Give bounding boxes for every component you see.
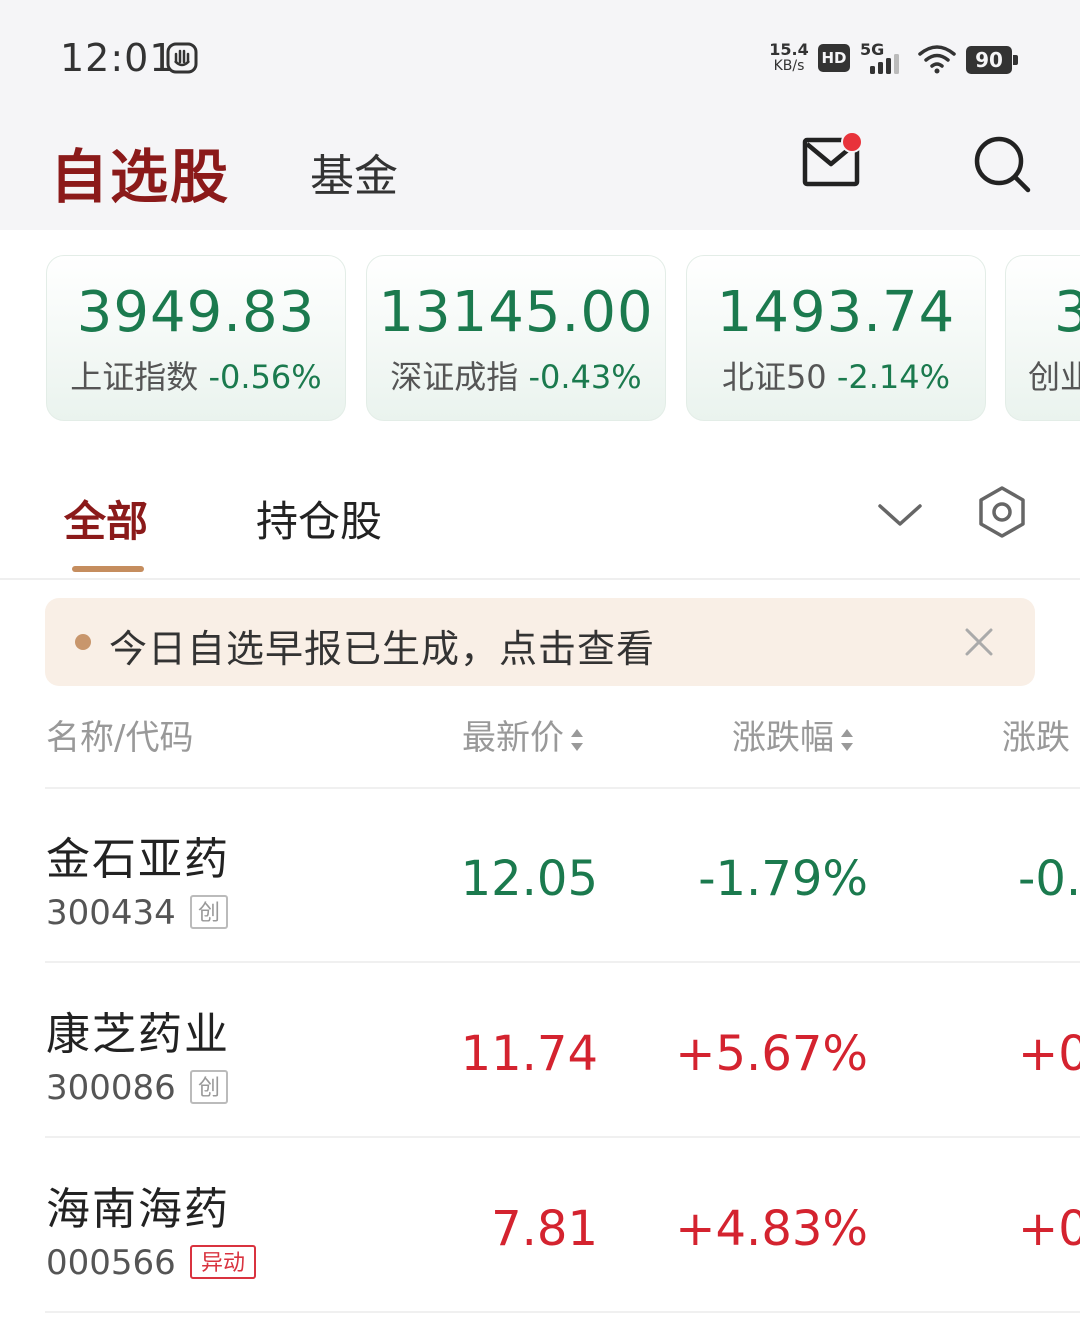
column-header-change[interactable]: 涨跌 [1002, 710, 1070, 759]
hd-badge: HD [818, 44, 850, 72]
column-header-name: 名称/代码 [46, 718, 194, 758]
stock-code: 000566 [46, 1243, 176, 1283]
banner-dot [75, 634, 91, 650]
index-value: 1493.74 [716, 280, 956, 345]
stock-price: 11.74 [460, 1026, 598, 1082]
tab-watchlist[interactable]: 自选股 [50, 130, 230, 214]
stock-row[interactable]: 海南海药 000566 异动 7.81 +4.83% +0. [0, 1139, 1080, 1313]
index-value: 3 [1054, 280, 1080, 345]
chevron-down-icon[interactable] [876, 498, 924, 532]
stock-pct: +4.83% [675, 1201, 868, 1257]
tab-fund[interactable]: 基金 [310, 140, 398, 204]
tab-all[interactable]: 全部 [64, 488, 148, 549]
stock-pct: +5.67% [675, 1026, 868, 1082]
row-divider [45, 961, 1080, 963]
stock-change: +0. [1018, 1026, 1080, 1082]
stock-code: 300086 [46, 1068, 176, 1108]
index-pct: -0.43% [528, 358, 642, 396]
market-tag: 创 [190, 1070, 228, 1104]
wifi-icon [918, 45, 956, 74]
status-time: 12:01 [60, 36, 175, 80]
stock-price: 7.81 [491, 1201, 598, 1257]
close-icon[interactable] [963, 626, 995, 658]
sort-icon [841, 728, 853, 751]
settings-icon[interactable] [974, 484, 1030, 540]
speed-value: 15.4 [769, 40, 809, 59]
signal-icon [870, 54, 899, 74]
index-subline: 上证指数 -0.56% [47, 352, 345, 398]
speed-unit: KB/s [773, 58, 805, 74]
active-tab-indicator [72, 566, 144, 572]
tab-holdings[interactable]: 持仓股 [256, 488, 382, 549]
hand-icon [166, 42, 198, 74]
stock-code: 300434 [46, 893, 176, 933]
alert-tag: 异动 [190, 1245, 256, 1279]
row-divider [45, 1311, 1080, 1313]
column-header-pct[interactable]: 涨跌幅 [732, 710, 856, 759]
index-pct: -0.56% [208, 358, 322, 396]
index-name: 上证指数 [70, 358, 199, 396]
index-card-sh[interactable]: 3949.83 上证指数 -0.56% [46, 255, 346, 421]
stock-name: 海南海药 [46, 1184, 230, 1235]
stock-row[interactable]: 康芝药业 300086 创 11.74 +5.67% +0. [0, 964, 1080, 1138]
morning-report-banner[interactable]: 今日自选早报已生成，点击查看 [45, 598, 1035, 686]
index-pct: -2.14% [836, 358, 951, 396]
column-header-price-label: 最新价 [462, 718, 564, 758]
index-name: 创业 [1028, 358, 1080, 396]
sort-icon [571, 728, 583, 751]
index-card-cyb[interactable]: 3 创业 [1005, 255, 1080, 421]
mail-icon[interactable] [802, 130, 864, 192]
index-subline: 深证成指 -0.43% [367, 352, 665, 398]
search-icon[interactable] [972, 134, 1032, 194]
network-speed: 15.4 KB/s [768, 40, 810, 75]
stock-name: 康芝药业 [46, 1009, 230, 1060]
row-divider [45, 1136, 1080, 1138]
battery-tip [1013, 55, 1018, 65]
index-value: 13145.00 [378, 280, 654, 345]
index-value: 3949.83 [76, 280, 316, 345]
index-subline: 北证50 -2.14% [687, 352, 985, 398]
index-card-bz50[interactable]: 1493.74 北证50 -2.14% [686, 255, 986, 421]
banner-text: 今日自选早报已生成，点击查看 [109, 627, 656, 671]
index-subline: 创业 [1028, 352, 1080, 398]
market-tag: 创 [190, 895, 228, 929]
battery-icon: 90 [966, 46, 1020, 74]
stock-price: 12.05 [460, 851, 598, 907]
column-header-price[interactable]: 最新价 [462, 710, 586, 759]
battery-level: 90 [966, 46, 1012, 74]
index-name: 深证成指 [390, 358, 519, 396]
stock-name: 金石亚药 [46, 834, 230, 885]
column-header-pct-label: 涨跌幅 [732, 718, 834, 758]
stock-row[interactable]: 金石亚药 300434 创 12.05 -1.79% -0. [0, 789, 1080, 963]
stock-pct: -1.79% [698, 851, 868, 907]
tab-divider [0, 578, 1080, 580]
stock-change: +0. [1018, 1201, 1080, 1257]
index-name: 北证50 [721, 358, 827, 396]
index-card-sz[interactable]: 13145.00 深证成指 -0.43% [366, 255, 666, 421]
stock-change: -0. [1018, 851, 1080, 907]
